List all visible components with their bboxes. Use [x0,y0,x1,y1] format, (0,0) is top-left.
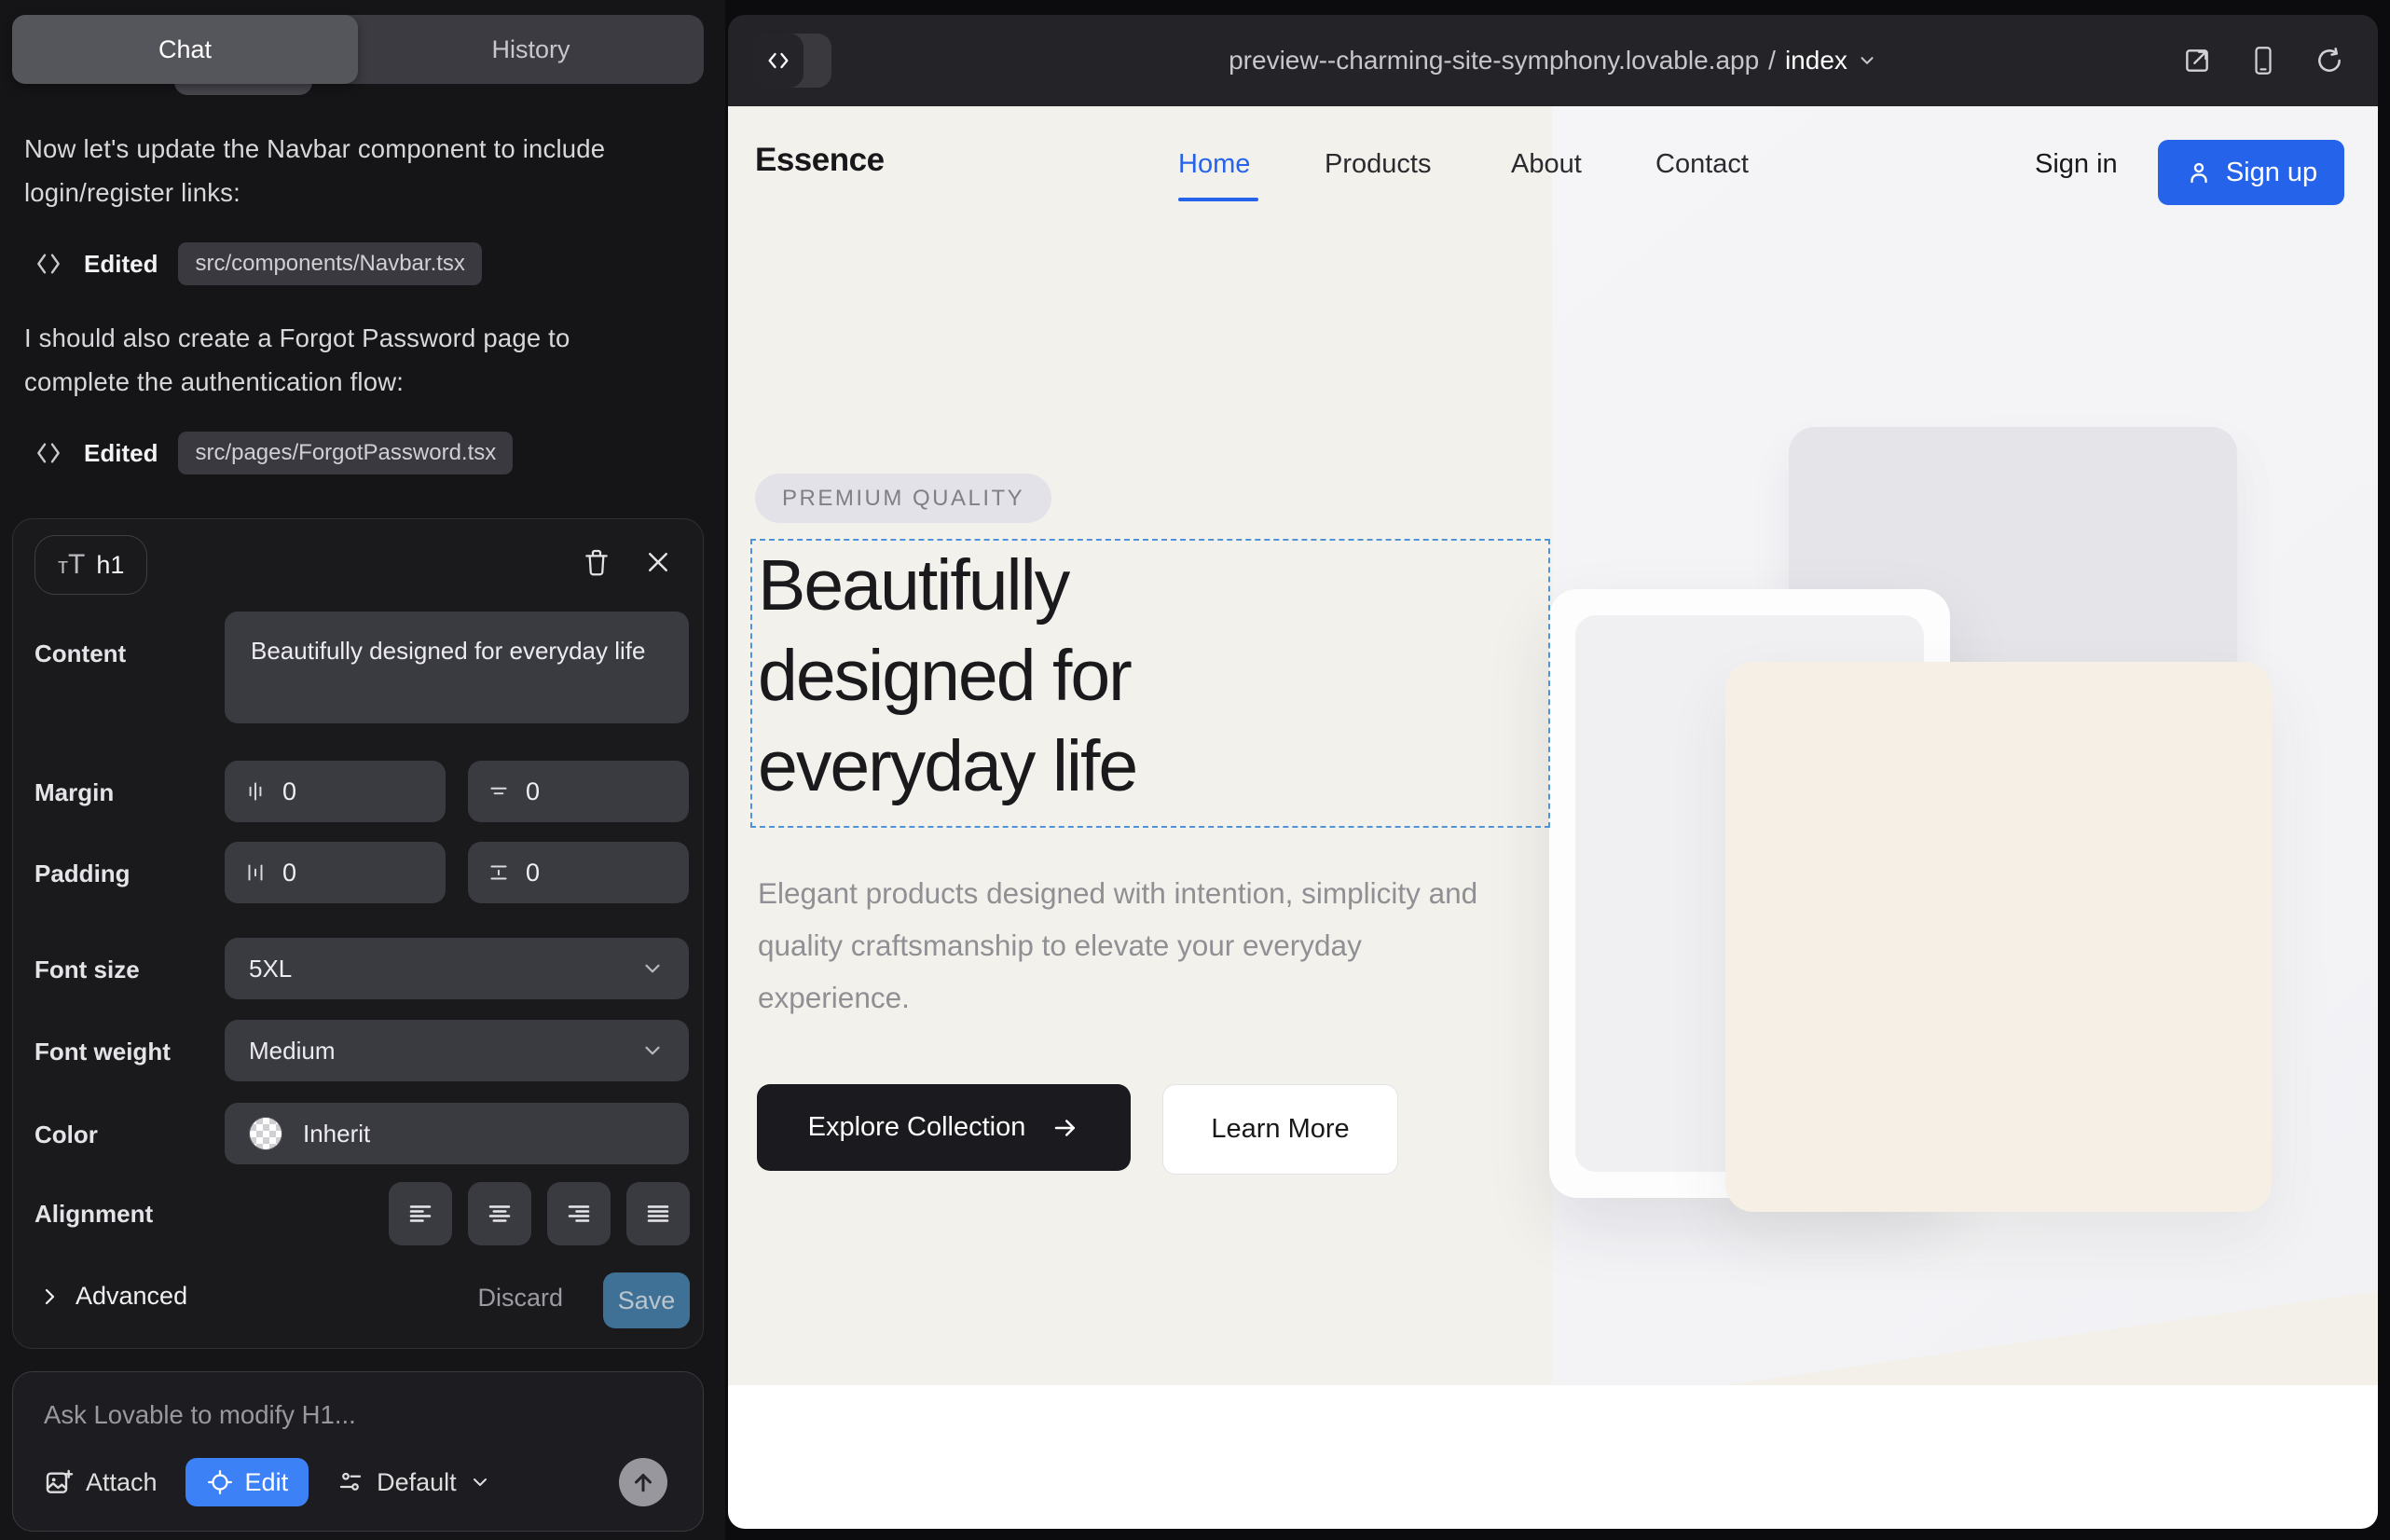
composer-toolbar: Attach Edit Default [44,1458,679,1506]
margin-label: Margin [34,778,114,807]
edited-label: Edited [84,439,158,468]
decorative-wedge [1724,1291,2378,1385]
preview-url: preview--charming-site-symphony.lovable.… [1229,46,1759,76]
refresh-button[interactable] [2314,46,2344,76]
chat-message: Now let's update the Navbar component to… [24,127,677,214]
target-icon [206,1468,234,1496]
left-panel: Chat History Now let's update the Navbar… [0,0,725,1540]
attach-button[interactable]: Attach [44,1467,158,1497]
nav-link-contact[interactable]: Contact [1655,149,1749,180]
font-size-label: Font size [34,956,140,984]
attach-image-icon [44,1467,74,1497]
explore-collection-button[interactable]: Explore Collection [757,1084,1131,1171]
sign-in-link[interactable]: Sign in [2035,149,2118,180]
code-icon [34,249,63,279]
element-tag-badge: ᴛT h1 [34,535,147,595]
align-center-button[interactable] [468,1182,531,1245]
user-icon [2185,158,2213,186]
chevron-down-icon [640,956,665,981]
chevron-down-icon [469,1471,491,1493]
save-button[interactable]: Save [603,1272,690,1328]
margin-vertical-icon [487,779,511,804]
active-nav-underline [1178,198,1258,201]
editor-footer: Advanced Discard Save [13,1271,703,1332]
open-external-button[interactable] [2182,46,2212,76]
color-swatch [249,1117,282,1150]
file-chip[interactable]: src/components/Navbar.tsx [178,242,481,285]
padding-x-input[interactable]: 0 [225,842,446,903]
text-type-icon: ᴛT [58,549,85,581]
delete-element-button[interactable] [576,542,617,583]
site-viewport: Essence Home Products About Contact Sign… [728,106,2378,1529]
align-justify-button[interactable] [626,1182,690,1245]
nav-link-about[interactable]: About [1511,149,1582,180]
padding-vertical-icon [487,860,511,885]
element-editor-panel: ᴛT h1 Content Beautifully designed for e… [12,518,704,1349]
send-button[interactable] [619,1458,667,1506]
alignment-label: Alignment [34,1200,153,1229]
browser-chrome: preview--charming-site-symphony.lovable.… [728,15,2378,106]
margin-horizontal-icon [243,779,268,804]
element-tag: h1 [96,551,124,580]
path-separator: / [1768,46,1776,76]
advanced-toggle[interactable]: Advanced [38,1282,187,1311]
hero-heading[interactable]: Beautifully designed for everyday life [758,541,1136,812]
browser-actions [2182,15,2344,106]
arrow-right-icon [1051,1114,1079,1142]
composer-input[interactable]: Ask Lovable to modify H1... [44,1400,650,1430]
margin-y-input[interactable]: 0 [468,761,689,822]
hero-section: Essence Home Products About Contact Sign… [728,106,2378,1385]
align-right-button[interactable] [547,1182,611,1245]
premium-quality-badge: PREMIUM QUALITY [755,474,1051,523]
decorative-card-cream [1725,662,2272,1212]
padding-label: Padding [34,859,130,888]
tab-chat[interactable]: Chat [12,15,358,84]
align-left-button[interactable] [389,1182,452,1245]
edited-file-row: Edited src/components/Navbar.tsx [34,242,482,285]
discard-button[interactable]: Discard [477,1284,563,1313]
alignment-group [389,1182,690,1245]
chat-message: I should also create a Forgot Password p… [24,316,677,404]
margin-x-input[interactable]: 0 [225,761,446,822]
edit-mode-button[interactable]: Edit [185,1458,309,1506]
font-size-select[interactable]: 5XL [225,938,689,999]
sign-up-button[interactable]: Sign up [2158,140,2344,205]
chat-composer: Ask Lovable to modify H1... Attach Edit [12,1371,704,1532]
color-label: Color [34,1121,98,1149]
padding-horizontal-icon [243,860,268,885]
mobile-view-button[interactable] [2249,45,2277,76]
sliders-icon [337,1468,364,1496]
edited-file-row: Edited src/pages/ForgotPassword.tsx [34,432,513,474]
url-bar[interactable]: preview--charming-site-symphony.lovable.… [728,15,2378,106]
app-root: Chat History Now let's update the Navbar… [0,0,2390,1540]
edited-label: Edited [84,250,158,279]
page-name: index [1785,46,1847,76]
font-weight-select[interactable]: Medium [225,1020,689,1081]
hero-paragraph: Elegant products designed with intention… [758,867,1513,1024]
preview-browser-window: preview--charming-site-symphony.lovable.… [728,15,2378,1529]
content-input[interactable]: Beautifully designed for everyday life [225,612,689,723]
chevron-down-icon [640,1038,665,1063]
learn-more-button[interactable]: Learn More [1162,1084,1398,1175]
chat-history-tabbar: Chat History [12,15,704,84]
padding-y-input[interactable]: 0 [468,842,689,903]
nav-link-products[interactable]: Products [1325,149,1431,180]
default-mode-select[interactable]: Default [337,1468,491,1497]
site-logo[interactable]: Essence [755,142,885,179]
file-chip[interactable]: src/pages/ForgotPassword.tsx [178,432,513,474]
content-label: Content [34,639,126,668]
chevron-right-icon [38,1286,61,1308]
color-select[interactable]: Inherit [225,1103,689,1164]
nav-link-home[interactable]: Home [1178,149,1250,180]
font-weight-label: Font weight [34,1038,171,1066]
chevron-down-icon [1857,50,1877,71]
tab-history[interactable]: History [358,15,704,84]
close-editor-button[interactable] [638,542,679,583]
code-icon [34,438,63,468]
